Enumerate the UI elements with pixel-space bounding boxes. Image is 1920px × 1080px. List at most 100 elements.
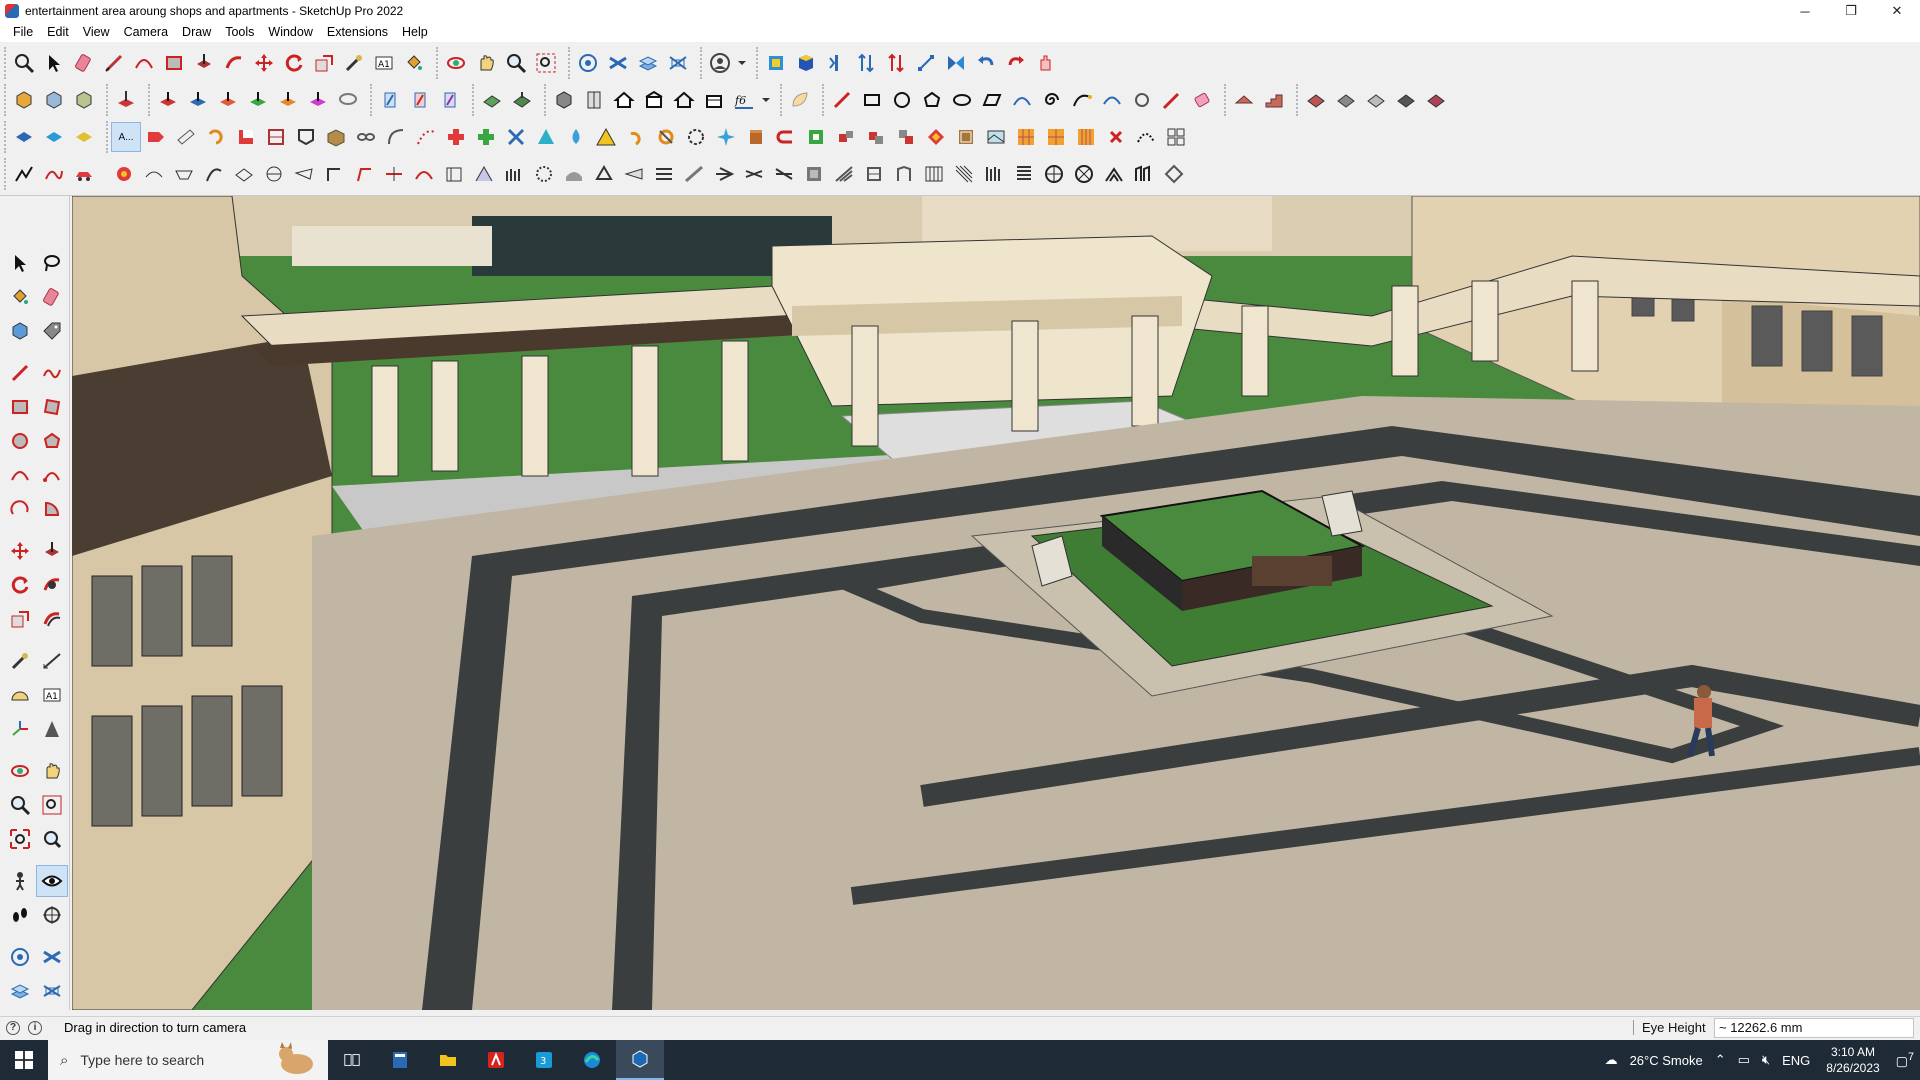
- 3d-text-icon[interactable]: [36, 713, 68, 745]
- layer-cyan-icon[interactable]: [39, 122, 69, 152]
- model-viewport[interactable]: [72, 196, 1920, 1010]
- look-around-eye-icon[interactable]: [36, 865, 68, 897]
- spiral-icon[interactable]: [1037, 85, 1067, 115]
- rotate-icon[interactable]: [4, 569, 36, 601]
- weather-text[interactable]: 26°C Smoke: [1624, 1053, 1709, 1068]
- wire-tool-10-icon[interactable]: [409, 159, 439, 189]
- move-icon[interactable]: [4, 535, 36, 567]
- menu-camera[interactable]: Camera: [117, 25, 175, 39]
- red-hook-icon[interactable]: [771, 122, 801, 152]
- eraser-icon[interactable]: [69, 48, 99, 78]
- red-x-small-icon[interactable]: [1101, 122, 1131, 152]
- wire-tool-4-icon[interactable]: [229, 159, 259, 189]
- wire-tool-8-icon[interactable]: [349, 159, 379, 189]
- green-blocks-icon[interactable]: [801, 122, 831, 152]
- leaf-icon[interactable]: [785, 85, 815, 115]
- layer-blue-icon[interactable]: [9, 122, 39, 152]
- function-icon[interactable]: f6: [729, 85, 759, 115]
- grid-block-icon[interactable]: [261, 122, 291, 152]
- roof-icon[interactable]: [1229, 85, 1259, 115]
- crate-icon[interactable]: [321, 122, 351, 152]
- minimize-button[interactable]: ─: [1782, 0, 1828, 22]
- red-cross-icon[interactable]: [441, 122, 471, 152]
- protractor-icon[interactable]: [4, 679, 36, 711]
- chain-icon[interactable]: [351, 122, 381, 152]
- wire-tool-20-icon[interactable]: [709, 159, 739, 189]
- magenta-axis-icon[interactable]: [303, 85, 333, 115]
- wire-tool-23-icon[interactable]: [799, 159, 829, 189]
- text-tool-icon[interactable]: A1: [369, 48, 399, 78]
- menu-edit[interactable]: Edit: [40, 25, 76, 39]
- scale-icon[interactable]: [4, 603, 36, 635]
- axis-x-icon[interactable]: [153, 85, 183, 115]
- orbit-icon[interactable]: [4, 755, 36, 787]
- pattern-grid-icon[interactable]: [1161, 122, 1191, 152]
- rectangle-icon[interactable]: [159, 48, 189, 78]
- red-fold-icon[interactable]: [141, 122, 171, 152]
- language-indicator[interactable]: ENG: [1776, 1053, 1816, 1068]
- tape-measure-icon[interactable]: [4, 645, 36, 677]
- lasso-select-icon[interactable]: [36, 247, 68, 279]
- dimension-icon[interactable]: [911, 48, 941, 78]
- wire-tool-19-icon[interactable]: [679, 159, 709, 189]
- chevron-down-icon[interactable]: [759, 85, 773, 115]
- wire-tool-29-icon[interactable]: [979, 159, 1009, 189]
- wire-tool-27-icon[interactable]: [919, 159, 949, 189]
- menu-view[interactable]: View: [76, 25, 117, 39]
- zoom-tool-icon[interactable]: [501, 48, 531, 78]
- geo-location-icon[interactable]: ?: [6, 1020, 20, 1035]
- section-cut-icon[interactable]: [603, 48, 633, 78]
- extension-warehouse-icon[interactable]: [761, 48, 791, 78]
- loop-icon[interactable]: [1127, 85, 1157, 115]
- building-icon[interactable]: [639, 85, 669, 115]
- wire-tool-32-icon[interactable]: [1069, 159, 1099, 189]
- close-button[interactable]: ✕: [1874, 0, 1920, 22]
- layer-yellow-icon[interactable]: [69, 122, 99, 152]
- display-sections-icon[interactable]: [663, 48, 693, 78]
- red-blocks-1-icon[interactable]: [831, 122, 861, 152]
- menu-extensions[interactable]: Extensions: [320, 25, 395, 39]
- dashed-ring-icon[interactable]: [681, 122, 711, 152]
- parallelogram-icon[interactable]: [977, 85, 1007, 115]
- wire-tool-24-icon[interactable]: [829, 159, 859, 189]
- measurements-input[interactable]: ~ 12262.6 mm: [1714, 1018, 1914, 1038]
- red-arrows-icon[interactable]: [881, 48, 911, 78]
- edge-browser-icon[interactable]: [568, 1040, 616, 1080]
- dotted-arc-icon[interactable]: [1131, 122, 1161, 152]
- blue-x-icon[interactable]: [501, 122, 531, 152]
- app-3-icon[interactable]: 3: [520, 1040, 568, 1080]
- three-point-arc-icon[interactable]: [4, 493, 36, 525]
- volume-icon[interactable]: 🔇︎: [1756, 1052, 1776, 1068]
- wire-tool-9-icon[interactable]: [379, 159, 409, 189]
- redo-icon[interactable]: [1001, 48, 1031, 78]
- car-icon[interactable]: [69, 159, 99, 189]
- wire-tool-22-icon[interactable]: [769, 159, 799, 189]
- rectangle-outline-icon[interactable]: [857, 85, 887, 115]
- rotate-icon[interactable]: [279, 48, 309, 78]
- orange-ring-icon[interactable]: [651, 122, 681, 152]
- sandbox-icon[interactable]: [111, 85, 141, 115]
- wire-tool-14-icon[interactable]: [529, 159, 559, 189]
- stair-icon[interactable]: [1259, 85, 1289, 115]
- notifications-icon[interactable]: ▢7: [1890, 1051, 1920, 1069]
- building-tool-5-icon[interactable]: [1421, 85, 1451, 115]
- orange-grid-2-icon[interactable]: [1041, 122, 1071, 152]
- tag-popup-button[interactable]: A...: [111, 122, 141, 152]
- move-icon[interactable]: [249, 48, 279, 78]
- house-outline-icon[interactable]: [669, 85, 699, 115]
- pan-icon[interactable]: [471, 48, 501, 78]
- tape-measure-icon[interactable]: [339, 48, 369, 78]
- component-icon[interactable]: [9, 85, 39, 115]
- position-camera-icon[interactable]: [4, 865, 36, 897]
- book-icon[interactable]: [579, 85, 609, 115]
- styles-icon[interactable]: [69, 85, 99, 115]
- building-tool-4-icon[interactable]: [1391, 85, 1421, 115]
- axes-icon[interactable]: [4, 713, 36, 745]
- pencil-icon[interactable]: [99, 48, 129, 78]
- house-icon[interactable]: [609, 85, 639, 115]
- circle-icon[interactable]: [4, 425, 36, 457]
- layout-send-icon[interactable]: [821, 48, 851, 78]
- green-axis-icon[interactable]: [243, 85, 273, 115]
- push-pull-icon[interactable]: [36, 535, 68, 567]
- weather-cloud-icon[interactable]: ☁: [1599, 1052, 1624, 1068]
